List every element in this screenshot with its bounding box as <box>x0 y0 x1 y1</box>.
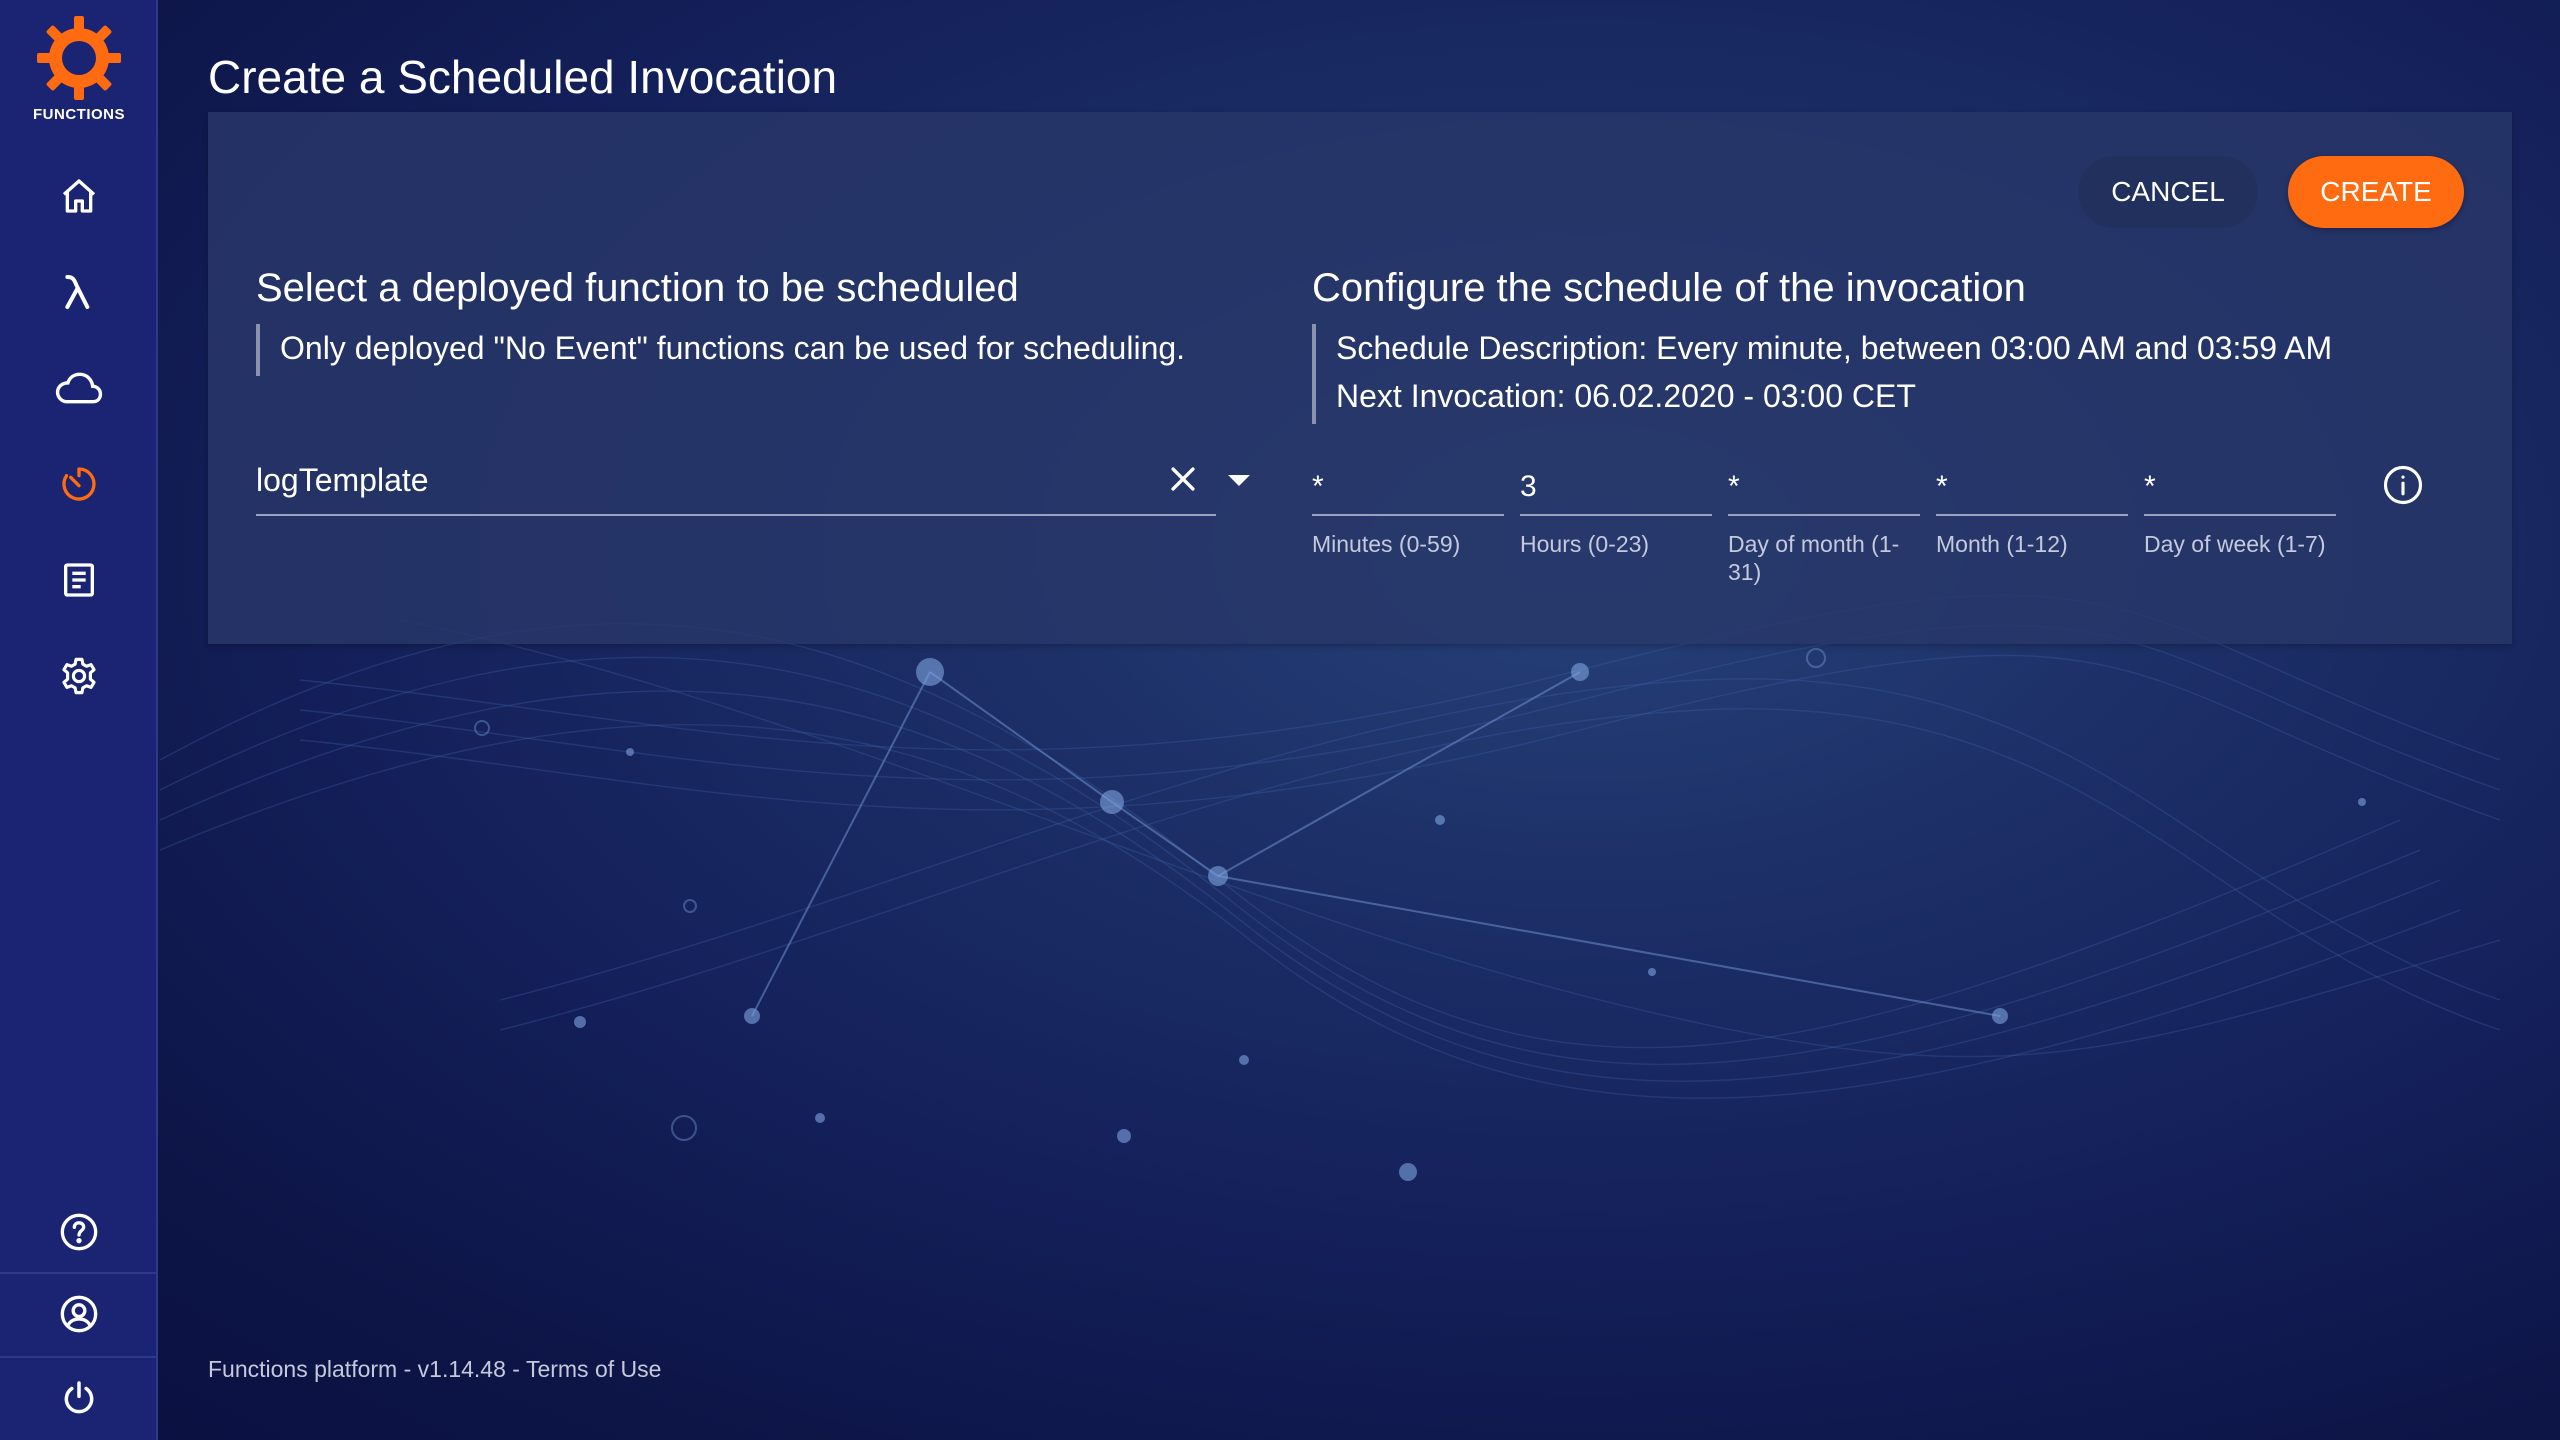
function-note-text: Only deployed "No Event" functions can b… <box>280 330 1186 366</box>
nav-settings[interactable] <box>0 636 158 716</box>
schedule-card: CANCEL CREATE Select a deployed function… <box>208 112 2512 644</box>
terms-of-use-link[interactable]: Terms of Use <box>526 1356 661 1382</box>
nav-schedules[interactable] <box>0 444 158 524</box>
minutes-label: Minutes (0-59) <box>1312 531 1461 557</box>
month-label: Month (1-12) <box>1936 531 2068 557</box>
footer-separator: - <box>512 1356 526 1382</box>
info-icon[interactable] <box>2382 464 2424 511</box>
cron-field-month: Month (1-12) <box>1936 460 2128 558</box>
lambda-icon <box>65 275 90 309</box>
home-icon <box>62 179 96 213</box>
page-title: Create a Scheduled Invocation <box>208 51 838 103</box>
sidebar: FUNCTIONS <box>0 0 158 1440</box>
cron-field-hours: Hours (0-23) <box>1520 460 1712 558</box>
nav-cloud[interactable] <box>0 348 158 428</box>
month-input[interactable] <box>1936 460 2128 516</box>
cron-field-minutes: Minutes (0-59) <box>1312 460 1504 558</box>
nav-account[interactable] <box>0 1274 158 1354</box>
timer-icon <box>62 467 96 501</box>
help-circle-icon <box>60 1213 98 1251</box>
platform-name: Functions platform <box>208 1356 398 1382</box>
sun-logo-icon <box>37 16 121 100</box>
footer: Functions platform - v1.14.48 - Terms of… <box>208 1356 661 1383</box>
hours-label: Hours (0-23) <box>1520 531 1650 557</box>
next-invocation: Next Invocation: 06.02.2020 - 03:00 CET <box>1336 378 1916 414</box>
power-icon <box>64 1381 94 1414</box>
function-note: Only deployed "No Event" functions can b… <box>256 324 1185 376</box>
day-of-week-label: Day of week (1-7) <box>2144 531 2326 557</box>
cron-field-day-of-week: Day of week (1-7) <box>2144 460 2336 558</box>
logo-text: FUNCTIONS <box>33 106 125 123</box>
schedule-description: Schedule Description: Every minute, betw… <box>1336 330 2333 366</box>
dropdown-arrow-icon[interactable] <box>1228 474 1250 492</box>
version-text: v1.14.48 <box>417 1356 506 1382</box>
function-select-value: logTemplate <box>256 462 429 498</box>
cron-field-day-of-month: Day of month (1-31) <box>1728 460 1920 586</box>
nav-functions[interactable] <box>0 252 158 332</box>
schedule-note: Schedule Description: Every minute, betw… <box>1312 324 2332 424</box>
user-circle-icon <box>60 1295 98 1333</box>
cancel-button[interactable]: CANCEL <box>2078 156 2258 228</box>
create-button[interactable]: CREATE <box>2288 156 2464 228</box>
footer-separator: - <box>403 1356 418 1382</box>
nav-home[interactable] <box>0 156 158 236</box>
cloud-icon <box>55 372 103 404</box>
function-select[interactable]: logTemplate <box>256 456 1250 516</box>
nav-logout[interactable] <box>0 1358 158 1438</box>
app-logo[interactable]: FUNCTIONS <box>0 16 158 123</box>
day-of-month-label: Day of month (1-31) <box>1728 531 1900 585</box>
minutes-input[interactable] <box>1312 460 1504 516</box>
clear-selection-icon[interactable] <box>1166 462 1200 501</box>
nav-help[interactable] <box>0 1192 158 1272</box>
day-of-month-input[interactable] <box>1728 460 1920 516</box>
nav-logs[interactable] <box>0 540 158 620</box>
document-icon <box>64 563 94 597</box>
gear-icon <box>62 657 96 695</box>
schedule-section-title: Configure the schedule of the invocation <box>1312 266 2026 310</box>
function-section-title: Select a deployed function to be schedul… <box>256 266 1019 310</box>
hours-input[interactable] <box>1520 460 1712 516</box>
day-of-week-input[interactable] <box>2144 460 2336 516</box>
